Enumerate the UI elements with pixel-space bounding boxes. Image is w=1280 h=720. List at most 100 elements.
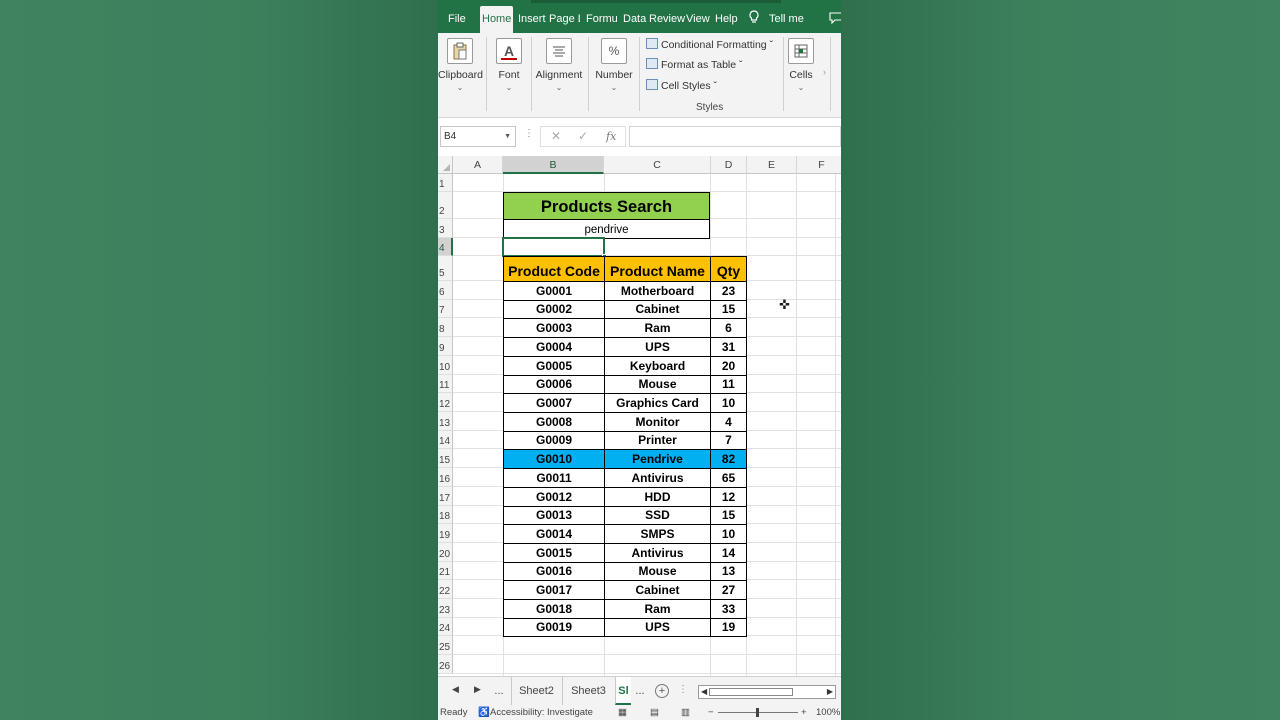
name-box-dropdown-icon[interactable]: ▼ bbox=[504, 127, 511, 146]
row-header-25[interactable]: 25 bbox=[438, 636, 453, 655]
product-qty-cell[interactable]: 15 bbox=[710, 300, 747, 319]
product-qty-cell[interactable]: 15 bbox=[710, 506, 747, 525]
row-header-6[interactable]: 6 bbox=[438, 281, 453, 300]
worksheet-grid[interactable]: A B C D E F 1 2 3 4 5 6 7 8 9 10 11 12 1… bbox=[438, 156, 841, 676]
product-name-cell[interactable]: Ram bbox=[604, 599, 711, 619]
comments-icon[interactable] bbox=[827, 6, 841, 33]
number-group[interactable]: % Number ⌄ bbox=[590, 33, 638, 117]
product-code-cell[interactable]: G0010 bbox=[503, 449, 605, 469]
scroll-thumb[interactable] bbox=[709, 688, 793, 696]
clipboard-group[interactable]: Clipboard ⌄ bbox=[438, 33, 483, 117]
tab-home[interactable]: Home bbox=[480, 6, 513, 33]
row-header-9[interactable]: 9 bbox=[438, 337, 453, 356]
ribbon-scroll-right-icon[interactable]: › bbox=[823, 67, 826, 77]
sheet-tab-sheet2[interactable]: Sheet2 bbox=[511, 677, 561, 705]
header-product-name[interactable]: Product Name bbox=[604, 256, 711, 282]
product-name-cell[interactable]: Ram bbox=[604, 318, 711, 338]
sheet-tab-active[interactable]: Sl bbox=[615, 677, 631, 705]
lightbulb-icon[interactable] bbox=[746, 6, 762, 33]
column-header-c[interactable]: C bbox=[604, 156, 711, 174]
product-qty-cell[interactable]: 6 bbox=[710, 318, 747, 338]
page-break-view-icon[interactable]: ▥ bbox=[681, 705, 690, 720]
product-name-cell[interactable]: Mouse bbox=[604, 562, 711, 581]
product-code-cell[interactable]: G0012 bbox=[503, 487, 605, 507]
column-header-d[interactable]: D bbox=[711, 156, 747, 174]
product-name-cell[interactable]: SMPS bbox=[604, 524, 711, 544]
product-name-cell[interactable]: UPS bbox=[604, 618, 711, 637]
product-qty-cell[interactable]: 4 bbox=[710, 412, 747, 432]
product-code-cell[interactable]: G0009 bbox=[503, 431, 605, 450]
tab-formulas[interactable]: Formul bbox=[584, 6, 617, 33]
row-header-2[interactable]: 2 bbox=[438, 192, 453, 219]
row-header-7[interactable]: 7 bbox=[438, 300, 453, 318]
tab-file[interactable]: File bbox=[446, 6, 468, 33]
product-code-cell[interactable]: G0018 bbox=[503, 599, 605, 619]
tab-insert[interactable]: Insert bbox=[516, 6, 548, 33]
product-code-cell[interactable]: G0005 bbox=[503, 356, 605, 376]
row-header-13[interactable]: 13 bbox=[438, 412, 453, 431]
column-header-b[interactable]: B bbox=[503, 156, 604, 174]
select-all-button[interactable] bbox=[438, 156, 453, 174]
product-qty-cell[interactable]: 7 bbox=[710, 431, 747, 450]
product-code-cell[interactable]: G0019 bbox=[503, 618, 605, 637]
product-code-cell[interactable]: G0006 bbox=[503, 375, 605, 394]
tell-me-search[interactable]: Tell me bbox=[767, 6, 806, 33]
tab-view[interactable]: View bbox=[684, 6, 712, 33]
product-qty-cell[interactable]: 12 bbox=[710, 487, 747, 507]
cancel-icon[interactable]: ✕ bbox=[551, 127, 561, 146]
product-qty-cell[interactable]: 10 bbox=[710, 524, 747, 544]
active-cell-b4[interactable] bbox=[502, 237, 607, 259]
row-header-15[interactable]: 15 bbox=[438, 449, 453, 468]
row-header-12[interactable]: 12 bbox=[438, 393, 453, 412]
scroll-left-icon[interactable]: ◀ bbox=[701, 686, 707, 698]
product-name-cell[interactable]: Antivirus bbox=[604, 468, 711, 488]
alignment-group[interactable]: Alignment ⌄ bbox=[532, 33, 586, 117]
row-header-5[interactable]: 5 bbox=[438, 256, 453, 281]
accessibility-status[interactable]: Accessibility: Investigate bbox=[490, 705, 593, 720]
sheet-tab-sheet3[interactable]: Sheet3 bbox=[562, 677, 614, 705]
add-sheet-icon[interactable]: + bbox=[655, 684, 669, 698]
formula-input[interactable] bbox=[629, 126, 841, 147]
product-name-cell[interactable]: Cabinet bbox=[604, 300, 711, 319]
column-header-a[interactable]: A bbox=[453, 156, 503, 174]
conditional-formatting-button[interactable]: Conditional Formatting ˇ bbox=[646, 37, 773, 53]
product-name-cell[interactable]: UPS bbox=[604, 337, 711, 357]
header-product-code[interactable]: Product Code bbox=[503, 256, 605, 282]
accessibility-icon[interactable]: ♿ bbox=[478, 705, 490, 720]
product-qty-cell[interactable]: 19 bbox=[710, 618, 747, 637]
product-qty-cell[interactable]: 65 bbox=[710, 468, 747, 488]
formula-bar-grip-icon[interactable]: ⋮ bbox=[524, 128, 534, 139]
column-header-e[interactable]: E bbox=[747, 156, 797, 174]
row-header-23[interactable]: 23 bbox=[438, 599, 453, 618]
zoom-in-icon[interactable]: + bbox=[801, 705, 807, 720]
sheet-tabs-ellipsis-left[interactable]: ... bbox=[488, 677, 510, 705]
page-layout-view-icon[interactable]: ▤ bbox=[650, 705, 659, 720]
product-code-cell[interactable]: G0011 bbox=[503, 468, 605, 488]
row-header-14[interactable]: 14 bbox=[438, 431, 453, 449]
row-header-22[interactable]: 22 bbox=[438, 580, 453, 599]
product-name-cell[interactable]: Monitor bbox=[604, 412, 711, 432]
product-code-cell[interactable]: G0008 bbox=[503, 412, 605, 432]
product-name-cell[interactable]: Mouse bbox=[604, 375, 711, 394]
font-group[interactable]: A Font ⌄ bbox=[488, 33, 530, 117]
scroll-right-icon[interactable]: ▶ bbox=[827, 686, 833, 698]
product-code-cell[interactable]: G0017 bbox=[503, 580, 605, 600]
insert-function-icon[interactable]: fx bbox=[606, 127, 616, 146]
product-qty-cell[interactable]: 20 bbox=[710, 356, 747, 376]
row-header-20[interactable]: 20 bbox=[438, 543, 453, 562]
prev-sheet-icon[interactable]: ◀ bbox=[452, 684, 459, 695]
product-name-cell[interactable]: HDD bbox=[604, 487, 711, 507]
product-code-cell[interactable]: G0003 bbox=[503, 318, 605, 338]
column-header-f[interactable]: F bbox=[797, 156, 841, 174]
next-sheet-icon[interactable]: ▶ bbox=[474, 684, 481, 695]
product-name-cell[interactable]: SSD bbox=[604, 506, 711, 525]
sheet-tabs-ellipsis-right[interactable]: ... bbox=[631, 677, 649, 705]
cells-group[interactable]: Cells ⌄ bbox=[786, 33, 816, 117]
row-header-11[interactable]: 11 bbox=[438, 375, 453, 393]
row-header-10[interactable]: 10 bbox=[438, 356, 453, 375]
row-header-21[interactable]: 21 bbox=[438, 562, 453, 580]
tab-help[interactable]: Help bbox=[713, 6, 740, 33]
tab-data[interactable]: Data bbox=[621, 6, 648, 33]
header-qty[interactable]: Qty bbox=[710, 256, 747, 282]
product-code-cell[interactable]: G0004 bbox=[503, 337, 605, 357]
